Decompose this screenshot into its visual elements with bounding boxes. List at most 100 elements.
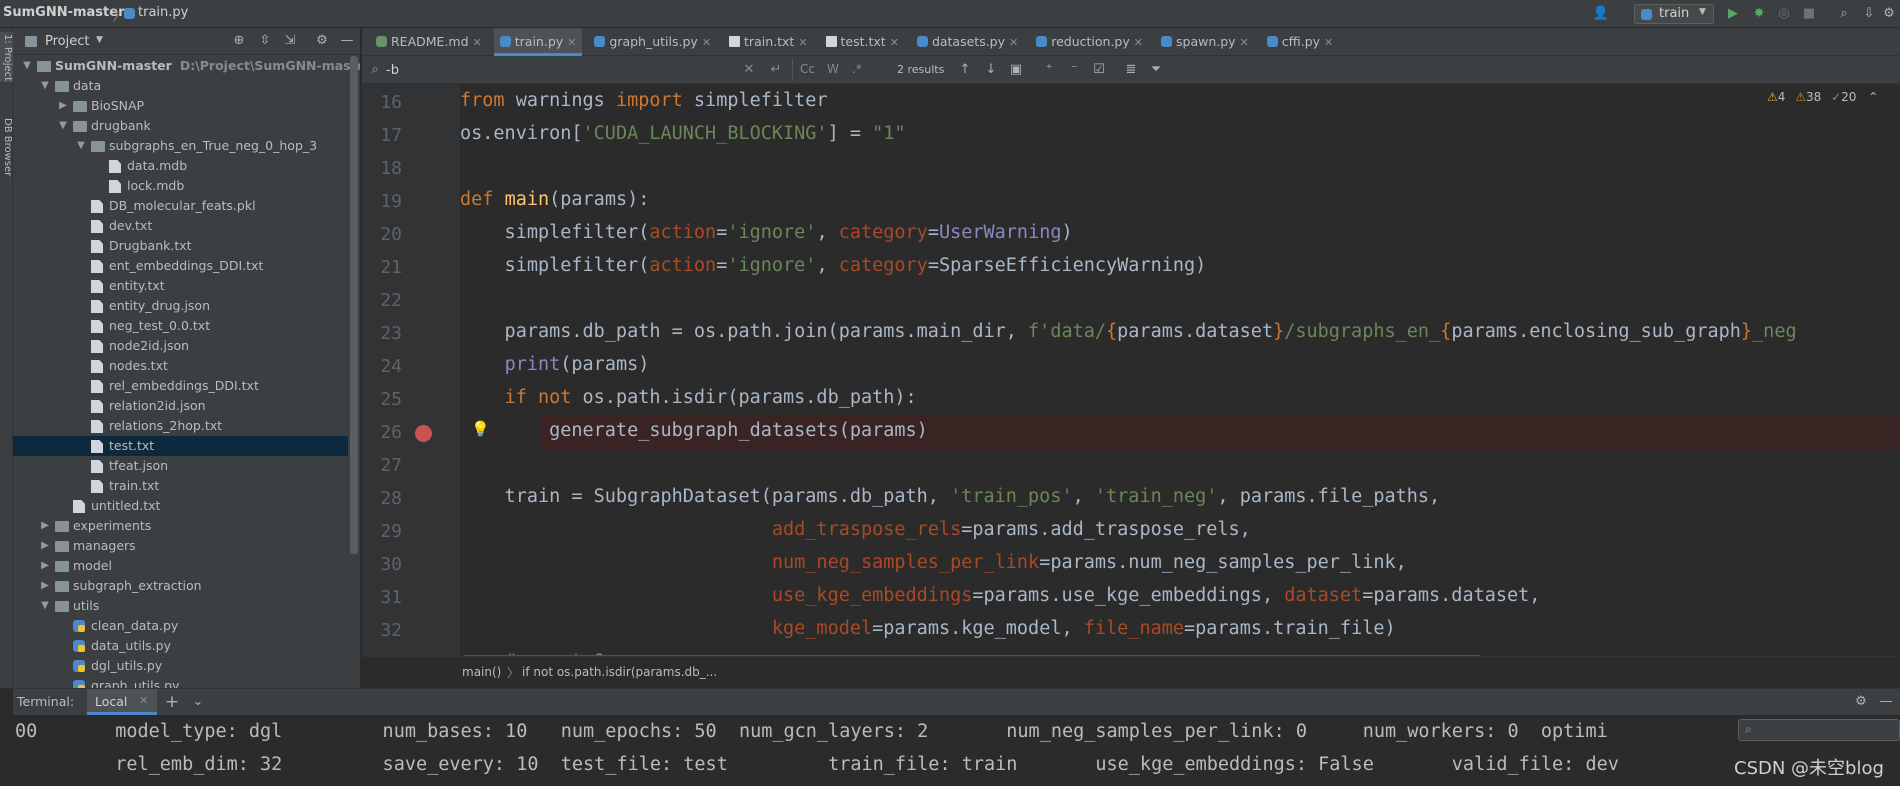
code-line[interactable]: if not os.path.isdir(params.db_path): [460, 387, 917, 408]
chevron-right-icon[interactable]: ▶ [39, 576, 51, 596]
editor-tab[interactable]: graph_utils.py ✕ [588, 28, 717, 56]
tree-item[interactable]: ▶ model [13, 556, 348, 576]
editor-tab[interactable]: reduction.py ✕ [1030, 28, 1149, 56]
debug-icon[interactable]: ✸ [1750, 5, 1768, 23]
tree-item[interactable]: entity.txt [13, 276, 348, 296]
user-icon[interactable]: 👤 [1592, 5, 1610, 23]
clear-icon[interactable]: ✕ [740, 61, 758, 79]
search-icon[interactable]: ⌕ [366, 61, 384, 79]
tree-item[interactable]: ▶ managers [13, 536, 348, 556]
tree-item[interactable]: data_utils.py [13, 636, 348, 656]
code-line[interactable]: from warnings import simplefilter [460, 90, 828, 111]
tree-item[interactable]: dev.txt [13, 216, 348, 236]
editor-tab[interactable]: README.md ✕ [370, 28, 488, 56]
code-line[interactable]: simplefilter(action='ignore', category=S… [460, 255, 1207, 276]
tree-item[interactable]: train.txt [13, 476, 348, 496]
project-side-tab[interactable]: 1: Project [0, 34, 13, 81]
code-line[interactable]: use_kge_embeddings=params.use_kge_embedd… [460, 585, 1541, 606]
nav-file[interactable]: train.py [138, 5, 188, 20]
terminal-search-box[interactable]: ⌕ [1738, 719, 1900, 741]
tree-item[interactable]: relations_2hop.txt [13, 416, 348, 436]
tree-item[interactable]: clean_data.py [13, 616, 348, 636]
tree-item[interactable]: DB_molecular_feats.pkl [13, 196, 348, 216]
stop-icon[interactable]: ■ [1800, 5, 1818, 23]
words-toggle[interactable]: W [827, 62, 839, 76]
tree-item[interactable]: tfeat.json [13, 456, 348, 476]
close-tab-icon[interactable]: ✕ [473, 36, 482, 49]
chevron-right-icon[interactable]: ▶ [39, 556, 51, 576]
tree-item[interactable]: relation2id.json [13, 396, 348, 416]
hide-icon[interactable]: — [338, 32, 356, 50]
tree-item[interactable]: ▼ SumGNN-master D:\Project\SumGNN-master [13, 56, 360, 76]
select-all-occurrences-icon[interactable]: ▣ [1007, 61, 1025, 79]
code-line[interactable]: params.db_path = os.path.join(params.mai… [460, 321, 1797, 342]
code-line[interactable]: os.environ['CUDA_LAUNCH_BLOCKING'] = "1" [460, 123, 906, 144]
code-line[interactable]: num_neg_samples_per_link=params.num_neg_… [460, 552, 1407, 573]
filter-icon[interactable]: ⏷ [1147, 61, 1165, 79]
code-line[interactable]: simplefilter(action='ignore', category=U… [460, 222, 1073, 243]
terminal-tab-local[interactable]: Local ✕ [87, 689, 157, 715]
tree-item[interactable]: ▼ utils [13, 596, 348, 616]
tree-item[interactable]: nodes.txt [13, 356, 348, 376]
tree-item[interactable]: ▶ BioSNAP [13, 96, 348, 116]
close-tab-icon[interactable]: ✕ [798, 36, 807, 49]
remove-occurrence-icon[interactable]: ⁻ [1065, 61, 1083, 79]
tree-item[interactable]: rel_embeddings_DDI.txt [13, 376, 348, 396]
code-line[interactable]: train = SubgraphDataset(params.db_path, … [460, 486, 1441, 507]
next-occurrence-icon[interactable]: ↓ [982, 61, 1000, 79]
settings-icon[interactable]: ⚙ [1880, 5, 1898, 23]
locate-icon[interactable]: ⊕ [230, 32, 248, 50]
close-tab-icon[interactable]: ✕ [890, 36, 899, 49]
inspection-widget[interactable]: ⚠4 ⚠38 ✓20 ⌃ [1767, 90, 1897, 108]
tree-item[interactable]: ▼ drugbank [13, 116, 348, 136]
code-line[interactable]: def main(params): [460, 189, 649, 210]
chevron-down-icon[interactable]: ▼ [21, 56, 33, 76]
chevron-right-icon[interactable]: ▶ [57, 96, 69, 116]
breadcrumb-item[interactable]: if not os.path.isdir(params.db_... [522, 665, 717, 679]
tree-item[interactable]: ent_embeddings_DDI.txt [13, 256, 348, 276]
add-terminal-icon[interactable]: + [163, 693, 181, 711]
db-browser-side-tab[interactable]: DB Browser [0, 118, 13, 176]
expand-all-icon[interactable]: ⇳ [256, 32, 274, 50]
breadcrumb-item[interactable]: main() [462, 665, 501, 679]
close-tab-icon[interactable]: ✕ [1324, 36, 1333, 49]
close-tab-icon[interactable]: ✕ [1009, 36, 1018, 49]
chevron-down-icon[interactable]: ▼ [39, 76, 51, 96]
search-everywhere-icon[interactable]: ⌕ [1835, 5, 1853, 23]
chevron-down-icon[interactable]: ▼ [39, 596, 51, 616]
new-line-icon[interactable]: ↵ [767, 61, 785, 79]
tree-item[interactable]: dgl_utils.py [13, 656, 348, 676]
tree-item[interactable]: graph_utils.py [13, 676, 348, 688]
previous-occurrence-icon[interactable]: ↑ [956, 61, 974, 79]
find-input[interactable] [386, 59, 686, 81]
close-tab-icon[interactable]: ✕ [567, 36, 576, 49]
chevron-down-icon[interactable]: ▼ [75, 136, 87, 156]
close-icon[interactable]: ✕ [139, 694, 148, 707]
editor-tab[interactable]: test.txt ✕ [820, 28, 905, 56]
code-line[interactable]: kge_model=params.kge_model, file_name=pa… [460, 618, 1396, 639]
editor-tab[interactable]: cffi.py ✕ [1261, 28, 1339, 56]
tree-item[interactable]: entity_drug.json [13, 296, 348, 316]
tree-item[interactable]: Drugbank.txt [13, 236, 348, 256]
close-tab-icon[interactable]: ✕ [1240, 36, 1249, 49]
multiline-icon[interactable]: ≣ [1122, 61, 1140, 79]
close-tab-icon[interactable]: ✕ [1134, 36, 1143, 49]
tree-item[interactable]: ▶ experiments [13, 516, 348, 536]
editor-tab[interactable]: train.txt ✕ [723, 28, 814, 56]
chevron-right-icon[interactable]: ▶ [39, 516, 51, 536]
add-occurrence-icon[interactable]: ⁺ [1040, 61, 1058, 79]
run-config-selector[interactable]: train ▼ [1634, 4, 1714, 24]
tree-item[interactable]: data.mdb [13, 156, 348, 176]
tree-item[interactable]: ▼ data [13, 76, 348, 96]
close-tab-icon[interactable]: ✕ [702, 36, 711, 49]
chevron-right-icon[interactable]: ▶ [39, 536, 51, 556]
hide-icon[interactable]: — [1877, 693, 1895, 711]
editor-tab[interactable]: train.py ✕ [493, 28, 583, 56]
tree-item[interactable]: node2id.json [13, 336, 348, 356]
regex-toggle[interactable]: .* [852, 62, 862, 76]
tree-item[interactable]: lock.mdb [13, 176, 348, 196]
tree-item[interactable]: neg_test_0.0.txt [13, 316, 348, 336]
tree-item[interactable]: ▼ subgraphs_en_True_neg_0_hop_3 [13, 136, 348, 156]
nav-project[interactable]: SumGNN-master [3, 5, 125, 20]
tree-item[interactable]: untitled.txt [13, 496, 348, 516]
